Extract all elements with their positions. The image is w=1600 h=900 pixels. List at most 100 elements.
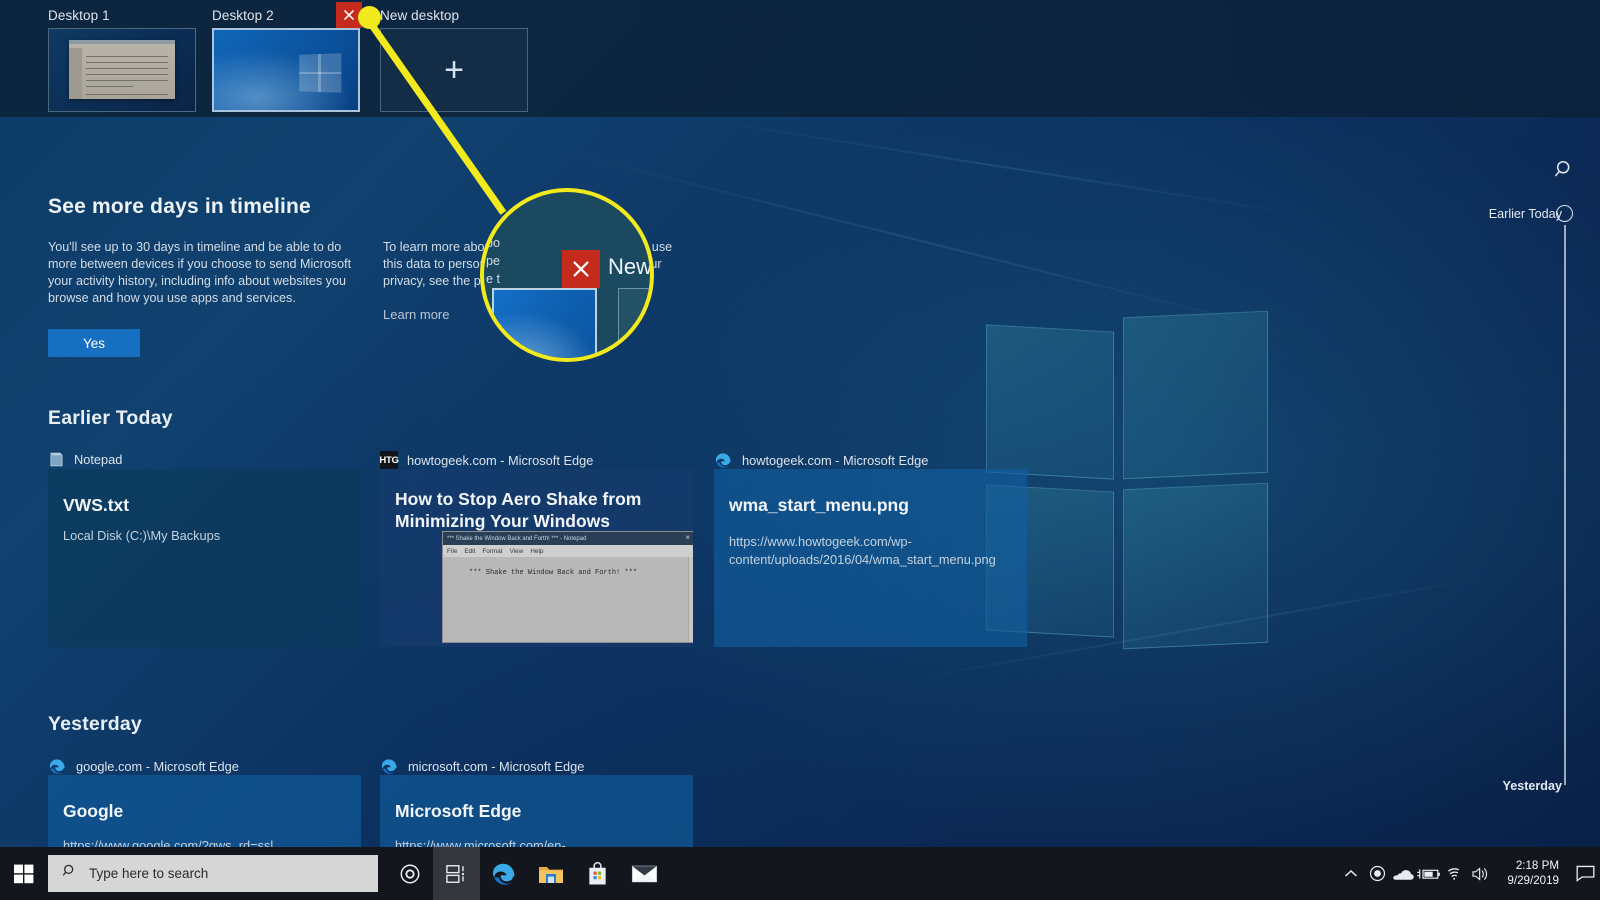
battery-charging-icon (1417, 868, 1441, 879)
show-hidden-icons-button[interactable] (1338, 847, 1364, 900)
cloud-icon (1393, 869, 1414, 880)
desktop-2-label: Desktop 2 (212, 8, 274, 23)
notepad-icon (48, 451, 65, 468)
card-app-label-microsoft: microsoft.com - Microsoft Edge (380, 757, 584, 776)
embedded-notepad-preview: *** Shake the Window Back and Forth! ***… (442, 531, 693, 643)
screen-record-indicator[interactable] (1364, 847, 1390, 900)
timeline-scrubber[interactable]: Earlier Today Yesterday (1480, 117, 1600, 847)
card-subtitle: Local Disk (C:)\My Backups (63, 528, 221, 543)
chevron-up-icon (1345, 869, 1358, 877)
store-bag-icon (589, 861, 606, 885)
embedded-menu-item: Edit (464, 547, 476, 555)
search-icon[interactable] (1554, 159, 1576, 181)
embedded-menu-item: View (509, 547, 524, 555)
group-heading-earlier-today: Earlier Today (48, 407, 173, 429)
card-app-label-htg: HTG howtogeek.com - Microsoft Edge (379, 451, 594, 469)
system-tray: 2:18 PM 9/29/2019 (1338, 847, 1600, 900)
clock-date: 9/29/2019 (1507, 873, 1559, 887)
windows-start-icon (14, 864, 34, 883)
desktop-1-label: Desktop 1 (48, 8, 110, 23)
battery-status[interactable] (1416, 847, 1442, 900)
scrub-label-yesterday: Yesterday (1502, 779, 1562, 793)
card-app-label-google: google.com - Microsoft Edge (48, 757, 239, 776)
folder-icon (538, 866, 563, 883)
edge-icon (492, 863, 514, 885)
desktop-1-thumbnail[interactable] (48, 28, 196, 112)
embedded-close-icon: × (685, 533, 690, 542)
embedded-scrollbar (688, 557, 693, 642)
embedded-text-area: *** Shake the Window Back and Forth! *** (443, 557, 693, 642)
search-input[interactable]: Type here to search (48, 855, 378, 892)
volume-status[interactable] (1468, 847, 1494, 900)
action-center-icon (1576, 865, 1594, 882)
htg-favicon: HTG (379, 451, 399, 469)
card-title: wma_start_menu.png (729, 495, 909, 515)
notepad-window-preview (69, 39, 175, 101)
embedded-titlebar: *** Shake the Window Back and Forth! ***… (443, 532, 693, 545)
onedrive-status[interactable] (1390, 847, 1416, 900)
embedded-menu-item: Format (482, 547, 503, 555)
card-title: Microsoft Edge (395, 801, 522, 821)
embedded-menubar: File Edit Format View Help (443, 545, 693, 557)
embedded-menu-item: Help (530, 547, 544, 555)
task-view-icon (445, 864, 464, 883)
card-title: Google (63, 801, 124, 821)
embedded-menu-item: File (447, 547, 458, 555)
card-app-name: howtogeek.com - Microsoft Edge (407, 452, 594, 468)
mail-button[interactable] (621, 847, 668, 900)
scrubber-track[interactable] (1564, 225, 1566, 785)
microsoft-store-button[interactable] (574, 847, 621, 900)
edge-icon (380, 757, 399, 776)
envelope-icon (631, 865, 658, 882)
file-explorer-button[interactable] (527, 847, 574, 900)
task-view-screen: Earlier Today Yesterday See more days in… (0, 0, 1600, 900)
edge-icon (714, 451, 733, 470)
plus-icon: + (444, 51, 464, 89)
card-app-name: microsoft.com - Microsoft Edge (408, 759, 585, 774)
card-title: VWS.txt (63, 495, 130, 515)
embedded-body-text: *** Shake the Window Back and Forth! *** (469, 569, 638, 577)
wifi-icon (1447, 868, 1459, 880)
card-app-name: howtogeek.com - Microsoft Edge (742, 453, 929, 468)
card-app-name: Notepad (74, 452, 123, 467)
embedded-titlebar-text: *** Shake the Window Back and Forth! ***… (447, 535, 587, 542)
taskbar: Type here to search 2:18 PM 9/29/2019 (0, 847, 1600, 900)
network-status[interactable] (1442, 847, 1468, 900)
timeline-privacy-notification: See more days in timeline You'll see up … (48, 195, 708, 357)
timeline-content: See more days in timeline You'll see up … (0, 117, 1600, 900)
cortana-button[interactable] (386, 847, 433, 900)
new-desktop-button[interactable]: + (380, 28, 528, 112)
activity-card-wma-start-menu[interactable]: wma_start_menu.png https://www.howtogeek… (714, 469, 1027, 647)
record-circle-icon (1369, 865, 1385, 882)
card-subtitle: https://www.howtogeek.com/wp-content/upl… (729, 534, 996, 567)
cortana-icon (400, 864, 419, 883)
card-app-label-edge-png: howtogeek.com - Microsoft Edge (714, 451, 928, 470)
notification-learn-more-link[interactable]: Learn more (383, 307, 449, 322)
clock-time: 2:18 PM (1515, 858, 1559, 872)
card-app-name: google.com - Microsoft Edge (76, 759, 239, 774)
notification-title: See more days in timeline (48, 195, 311, 218)
notification-body-right: To learn more about the info we collect,… (383, 240, 673, 288)
edge-icon (48, 757, 67, 776)
action-center-button[interactable] (1570, 847, 1600, 900)
scrub-label-earlier-today: Earlier Today (1488, 207, 1562, 221)
activity-card-vws-txt[interactable]: VWS.txt Local Disk (C:)\My Backups (48, 469, 361, 647)
virtual-desktop-strip: Desktop 1 Desktop 2 New desktop + (0, 0, 1600, 117)
task-view-button[interactable] (433, 847, 480, 900)
taskbar-clock[interactable]: 2:18 PM 9/29/2019 (1494, 859, 1570, 889)
search-placeholder: Type here to search (89, 866, 209, 881)
card-app-label-notepad: Notepad (48, 451, 122, 468)
taskbar-buttons (386, 847, 668, 900)
new-desktop-label: New desktop (380, 8, 460, 23)
notification-body-left: You'll see up to 30 days in timeline and… (48, 240, 352, 305)
group-heading-yesterday: Yesterday (48, 713, 142, 735)
speaker-icon (1472, 866, 1488, 881)
notification-yes-button[interactable]: Yes (48, 329, 140, 357)
desktop-2-thumbnail[interactable] (212, 28, 360, 112)
search-icon (62, 863, 78, 884)
windows-start-button[interactable] (0, 847, 48, 900)
activity-card-aero-shake[interactable]: *** Shake the Window Back and Forth! ***… (380, 469, 693, 647)
edge-button[interactable] (480, 847, 527, 900)
close-desktop-2-button[interactable] (336, 2, 362, 28)
card-title: How to Stop Aero Shake from Minimizing Y… (395, 489, 642, 531)
